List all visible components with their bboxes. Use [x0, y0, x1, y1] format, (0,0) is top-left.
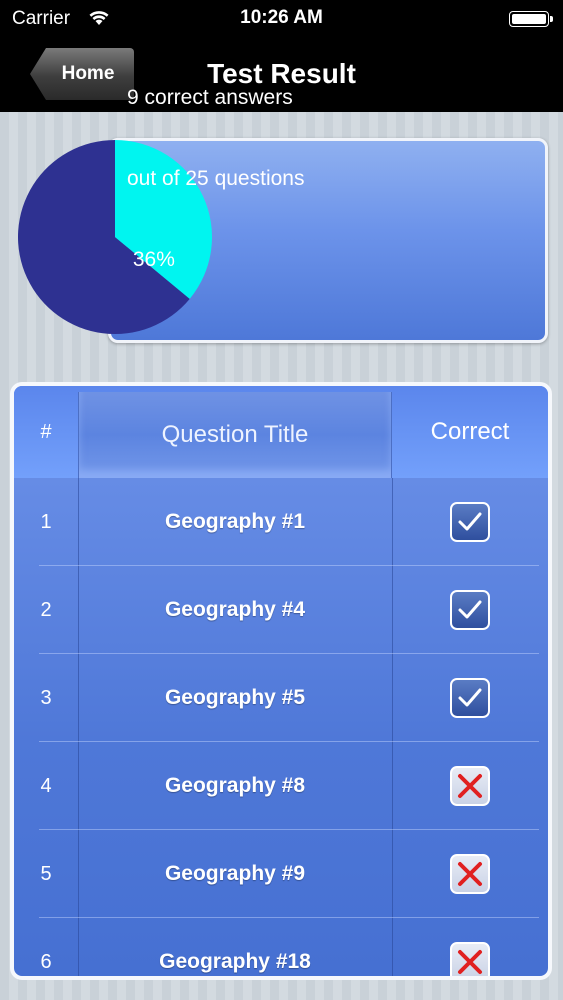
table-row[interactable]: 4 Geography #8 — [14, 742, 548, 830]
row-correct-cell — [392, 742, 548, 830]
cross-icon — [450, 766, 490, 806]
row-number: 2 — [40, 598, 52, 621]
row-correct-cell — [392, 478, 548, 566]
header-question-title[interactable]: Question Title — [78, 392, 392, 478]
table-row[interactable]: 6 Geography #18 — [14, 918, 548, 976]
battery-icon — [509, 11, 553, 27]
results-table: # Question Title Correct 1 Geography #1 2 G… — [10, 382, 552, 980]
summary-text: 9 correct answers out of 25 questions 36… — [127, 30, 304, 300]
table-header: # Question Title Correct — [14, 386, 548, 478]
row-correct-cell — [392, 918, 548, 976]
table-row[interactable]: 5 Geography #9 — [14, 830, 548, 918]
cross-icon — [450, 854, 490, 894]
summary-percentage: 36% — [127, 248, 175, 271]
status-time: 10:26 AM — [240, 7, 323, 28]
row-number: 6 — [40, 950, 52, 973]
table-row[interactable]: 1 Geography #1 — [14, 478, 548, 566]
row-number: 1 — [40, 510, 52, 533]
header-correct: Correct — [430, 418, 510, 445]
row-number: 3 — [40, 686, 52, 709]
row-number: 5 — [40, 862, 52, 885]
summary-correct-count: 9 correct answers — [127, 86, 293, 109]
row-question-title: Geography #18 — [159, 950, 311, 973]
header-number: # — [40, 420, 52, 443]
row-question-title: Geography #8 — [164, 774, 306, 797]
row-correct-cell — [392, 566, 548, 654]
table-row[interactable]: 2 Geography #4 — [14, 566, 548, 654]
row-correct-cell — [392, 654, 548, 742]
checkmark-icon — [450, 502, 490, 542]
row-question-title: Geography #5 — [164, 686, 306, 709]
checkmark-icon — [450, 678, 490, 718]
summary-total-questions: out of 25 questions — [127, 167, 305, 190]
row-question-title: Geography #4 — [164, 598, 306, 621]
cross-icon — [450, 942, 490, 976]
table-body[interactable]: 1 Geography #1 2 Geography #4 3 Geography #5 4… — [14, 478, 548, 976]
checkmark-icon — [450, 590, 490, 630]
row-correct-cell — [392, 830, 548, 918]
row-question-title: Geography #1 — [164, 510, 306, 533]
row-number: 4 — [40, 774, 52, 797]
table-row[interactable]: 3 Geography #5 — [14, 654, 548, 742]
row-question-title: Geography #9 — [164, 862, 306, 885]
